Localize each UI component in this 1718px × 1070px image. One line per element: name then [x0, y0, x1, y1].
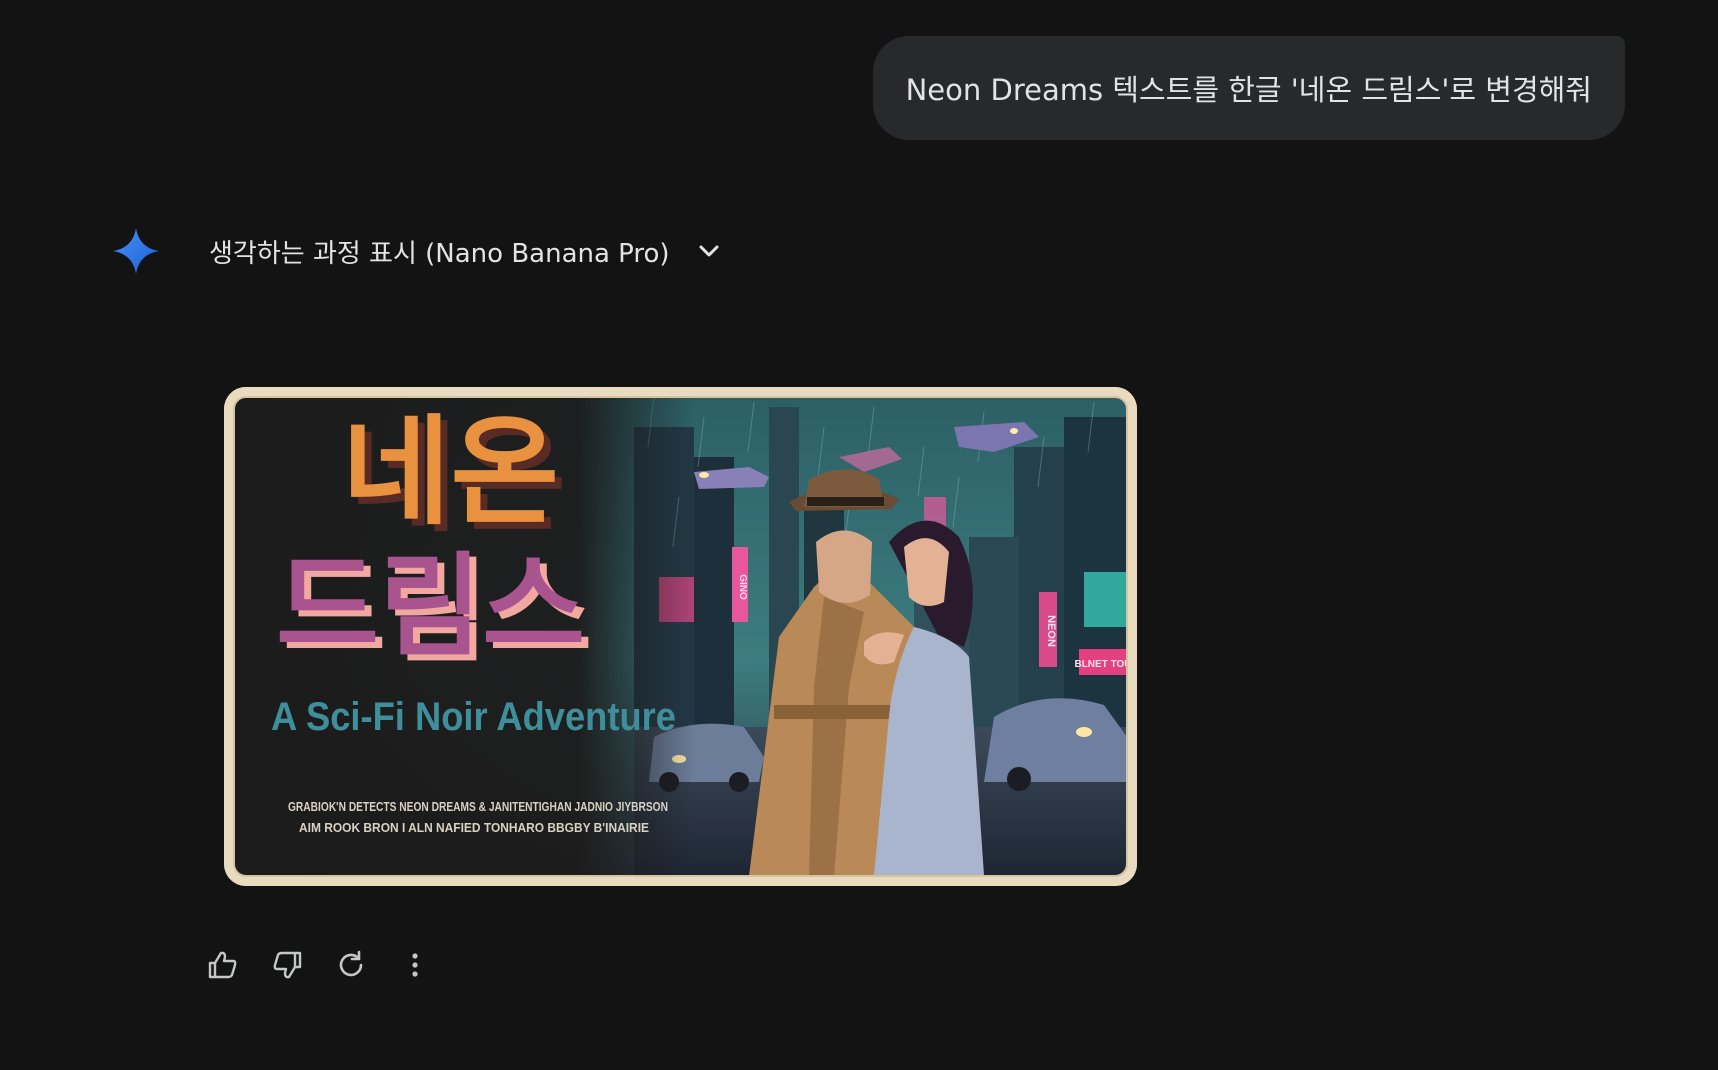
regenerate-icon [339, 950, 363, 977]
sign-neon: NEON [1045, 615, 1057, 647]
chevron-down-icon [699, 245, 719, 257]
user-message-text: Neon Dreams 텍스트를 한글 '네온 드림스'로 변경해줘 [905, 73, 1592, 107]
poster-credit-line-2: AIM ROOK BRON I ALN NAFIED TONHARO BBGBY… [299, 820, 649, 835]
response-actions [206, 946, 432, 984]
gemini-spark-icon [113, 228, 159, 274]
user-message-bubble: Neon Dreams 텍스트를 한글 '네온 드림스'로 변경해줘 [872, 36, 1625, 140]
chat-page: Neon Dreams 텍스트를 한글 '네온 드림스'로 변경해줘 생각하는 … [0, 0, 1718, 1070]
poster-credit-line-1: GRABIOK'N DETECTS NEON DREAMS & JANITENT… [288, 799, 668, 814]
thumbs-up-button[interactable] [206, 946, 240, 984]
regenerate-button[interactable] [334, 946, 368, 984]
more-vert-icon [412, 953, 418, 977]
sign-gino: GINO [737, 574, 748, 600]
thumbs-up-icon [208, 951, 237, 979]
more-options-button[interactable] [398, 946, 432, 984]
generated-image[interactable]: GINO NEON BLNET TOU 네온 네온 드림스 드림스 A Sci-… [224, 387, 1137, 886]
thumbs-down-icon [273, 951, 302, 979]
thumbs-down-button[interactable] [270, 946, 304, 984]
poster-subtitle: A Sci-Fi Noir Adventure [271, 695, 676, 739]
poster-title-line-1: 네온 [342, 403, 559, 541]
show-thinking-label: 생각하는 과정 표시 (Nano Banana Pro) [209, 238, 670, 269]
poster-title-line-2: 드림스 [276, 542, 585, 672]
show-thinking-toggle[interactable]: 생각하는 과정 표시 (Nano Banana Pro) [209, 228, 724, 274]
sign-blnet: BLNET TOU [1074, 659, 1131, 670]
